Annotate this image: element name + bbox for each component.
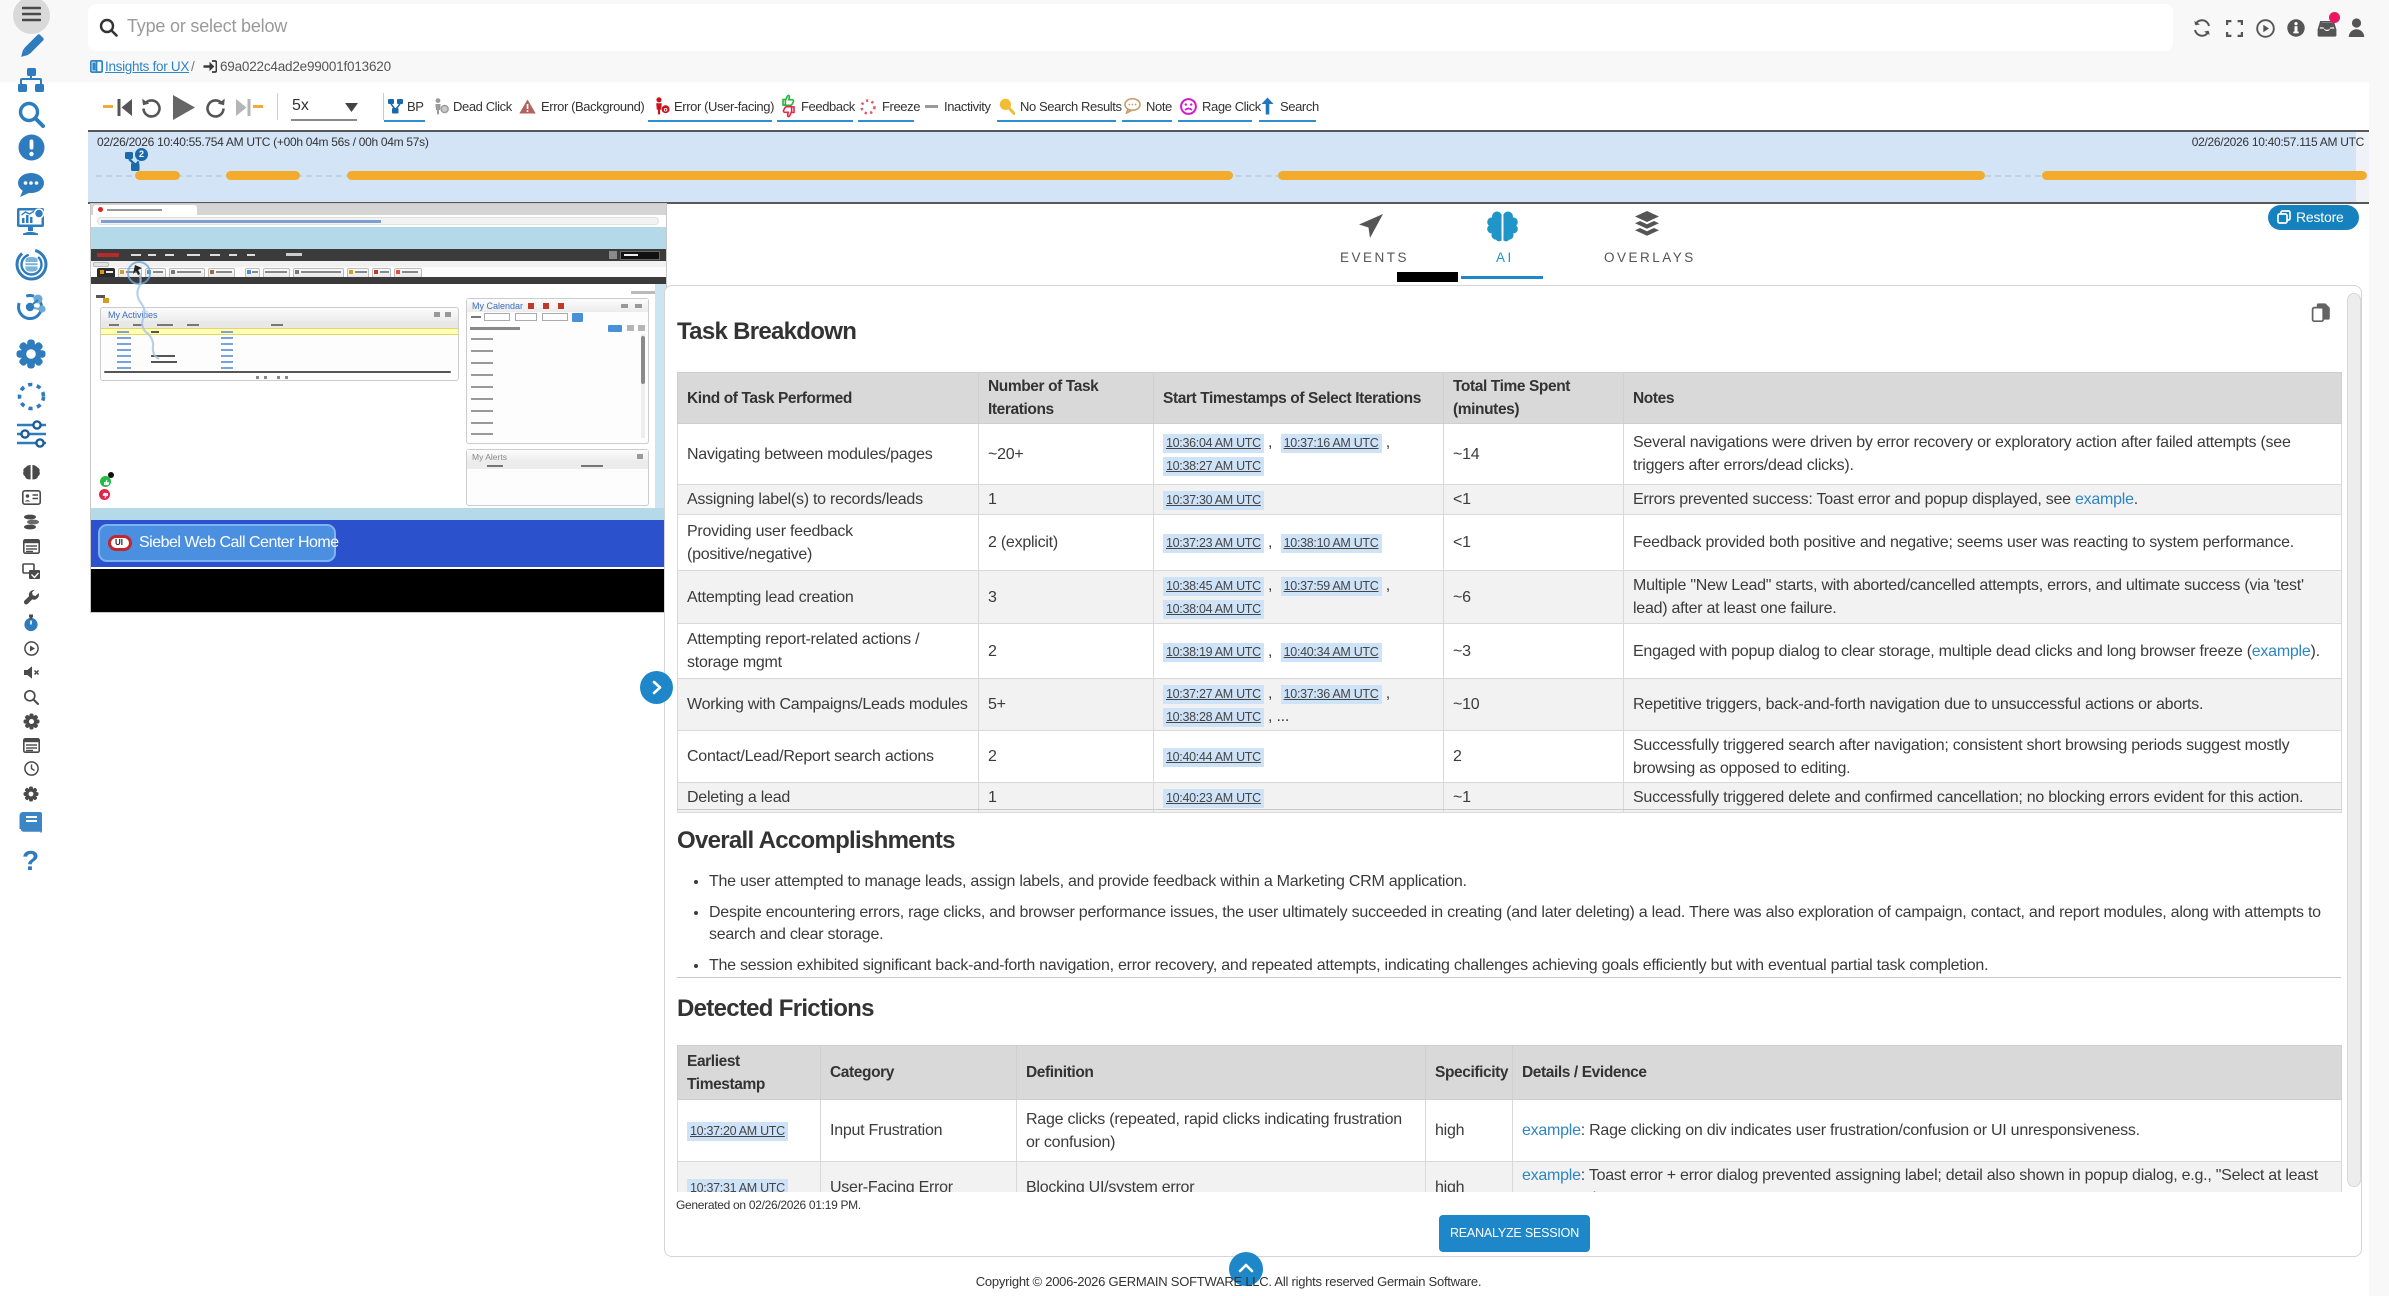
svg-text:o: o	[664, 107, 668, 114]
